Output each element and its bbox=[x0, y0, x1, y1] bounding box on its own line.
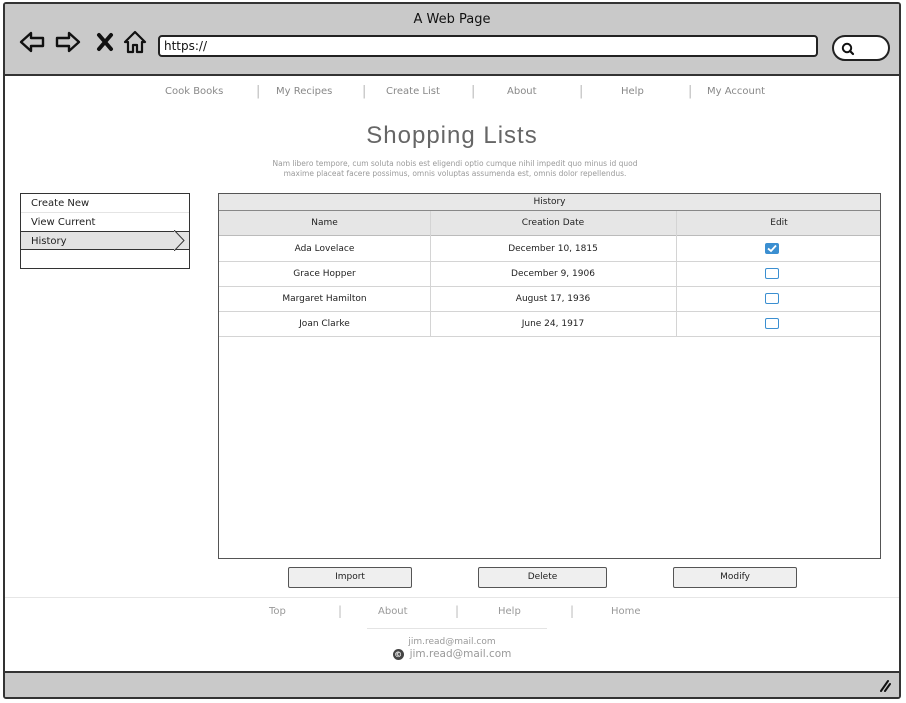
search-icon bbox=[841, 42, 855, 56]
import-button[interactable]: Import bbox=[288, 567, 412, 588]
edit-checkbox[interactable] bbox=[765, 243, 779, 254]
status-bar bbox=[5, 671, 899, 697]
nav-separator: | bbox=[471, 84, 476, 99]
resize-grip-icon[interactable] bbox=[877, 678, 891, 692]
page-title: Shopping Lists bbox=[366, 122, 538, 149]
footer-email[interactable]: jim.read@mail.com bbox=[5, 637, 899, 647]
footer-navigation: Top | About | Help | Home bbox=[5, 604, 899, 622]
footer-divider bbox=[5, 597, 899, 598]
footer-contact: © jim.read@mail.com bbox=[5, 648, 899, 660]
footer-link-home[interactable]: Home bbox=[611, 606, 641, 617]
lead-line-2: maxime placeat facere possimus, omnis vo… bbox=[283, 169, 627, 178]
table-row[interactable]: Joan Clarke June 24, 1917 bbox=[219, 312, 880, 337]
column-divider bbox=[430, 211, 431, 337]
sidebar-menu: Create New View Current History bbox=[20, 193, 190, 269]
delete-button[interactable]: Delete bbox=[478, 567, 607, 588]
cell-date: June 24, 1917 bbox=[521, 319, 585, 329]
table-header: Name Creation Date Edit bbox=[219, 211, 880, 236]
footer-link-help[interactable]: Help bbox=[498, 606, 521, 617]
nav-separator: | bbox=[455, 604, 460, 618]
nav-help[interactable]: Help bbox=[621, 86, 644, 97]
copyright-icon: © bbox=[392, 648, 404, 660]
nav-separator: | bbox=[256, 84, 261, 99]
back-arrow-icon[interactable] bbox=[17, 27, 47, 57]
cell-name: Margaret Hamilton bbox=[282, 294, 367, 304]
close-x-icon[interactable] bbox=[90, 27, 120, 57]
modify-button[interactable]: Modify bbox=[673, 567, 797, 588]
window-title: A Web Page bbox=[413, 12, 491, 27]
nav-create-list[interactable]: Create List bbox=[386, 86, 440, 97]
sidebar-item-create-new[interactable]: Create New bbox=[21, 194, 189, 213]
footer-rule bbox=[367, 628, 547, 629]
column-header-date[interactable]: Creation Date bbox=[430, 211, 676, 236]
nav-separator: | bbox=[688, 84, 693, 99]
column-header-name[interactable]: Name bbox=[219, 211, 430, 236]
nav-separator: | bbox=[362, 84, 367, 99]
nav-my-account[interactable]: My Account bbox=[707, 86, 765, 97]
column-header-edit[interactable]: Edit bbox=[676, 211, 882, 236]
nav-cook-books[interactable]: Cook Books bbox=[165, 86, 223, 97]
search-button[interactable] bbox=[832, 35, 890, 61]
footer-link-top[interactable]: Top bbox=[269, 606, 286, 617]
sidebar-item-history[interactable]: History bbox=[21, 231, 189, 250]
table-caption: History bbox=[219, 194, 880, 211]
history-table: History Name Creation Date Edit Ada Love… bbox=[218, 193, 881, 559]
cell-name: Ada Lovelace bbox=[294, 244, 355, 254]
table-row[interactable]: Margaret Hamilton August 17, 1936 bbox=[219, 287, 880, 312]
cell-date: December 10, 1815 bbox=[508, 244, 598, 254]
checkmark-icon bbox=[767, 244, 777, 253]
selected-pointer-icon bbox=[174, 230, 185, 251]
home-icon[interactable] bbox=[120, 27, 150, 57]
nav-separator: | bbox=[579, 84, 584, 99]
top-navigation: Cook Books | My Recipes | Create List | … bbox=[5, 84, 899, 106]
table-row[interactable]: Ada Lovelace December 10, 1815 bbox=[219, 237, 880, 262]
edit-checkbox[interactable] bbox=[765, 268, 779, 279]
column-divider bbox=[676, 211, 677, 337]
nav-my-recipes[interactable]: My Recipes bbox=[276, 86, 332, 97]
nav-separator: | bbox=[570, 604, 575, 618]
cell-name: Grace Hopper bbox=[293, 269, 356, 279]
cell-date: December 9, 1906 bbox=[511, 269, 595, 279]
edit-checkbox[interactable] bbox=[765, 318, 779, 329]
cell-date: August 17, 1936 bbox=[515, 294, 591, 304]
address-bar[interactable]: https:// bbox=[158, 35, 818, 57]
cell-name: Joan Clarke bbox=[299, 319, 350, 329]
nav-separator: | bbox=[338, 604, 343, 618]
nav-about[interactable]: About bbox=[507, 86, 537, 97]
table-row[interactable]: Grace Hopper December 9, 1906 bbox=[219, 262, 880, 287]
forward-arrow-icon[interactable] bbox=[53, 27, 83, 57]
edit-checkbox[interactable] bbox=[765, 293, 779, 304]
browser-chrome: A Web Page https:// bbox=[5, 4, 899, 76]
lead-paragraph: Nam libero tempore, cum soluta nobis est… bbox=[200, 159, 710, 179]
footer-link-about[interactable]: About bbox=[378, 606, 408, 617]
sidebar-item-view-current[interactable]: View Current bbox=[21, 213, 189, 232]
lead-line-1: Nam libero tempore, cum soluta nobis est… bbox=[272, 159, 638, 168]
footer-email-large[interactable]: jim.read@mail.com bbox=[410, 648, 512, 660]
browser-window: A Web Page https:// Cook Books | My Reci… bbox=[3, 2, 901, 699]
